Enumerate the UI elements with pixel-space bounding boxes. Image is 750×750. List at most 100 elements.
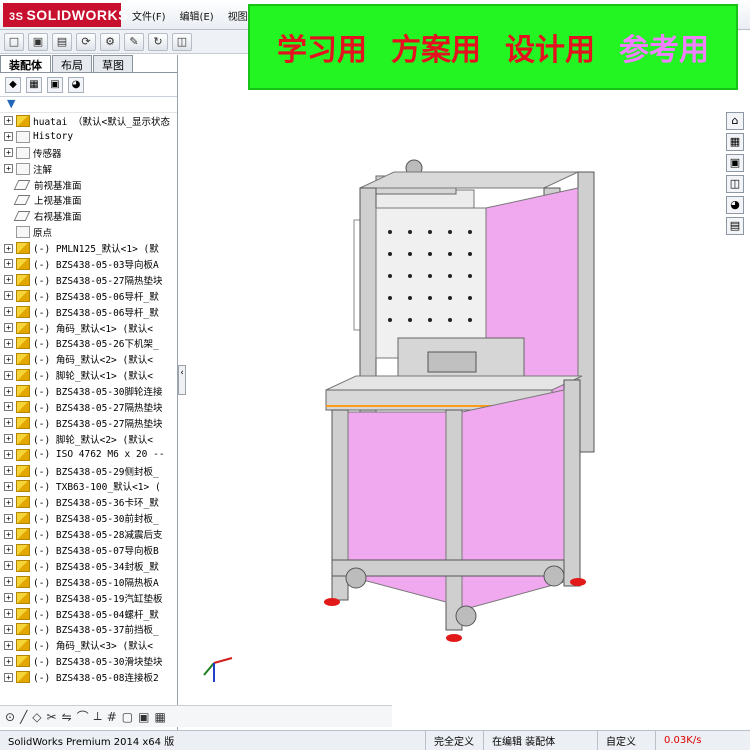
expand-icon[interactable]: + xyxy=(4,561,13,571)
expand-icon[interactable]: + xyxy=(4,418,13,428)
expand-icon[interactable]: + xyxy=(4,148,13,158)
tree-row[interactable]: + (-) 脚轮_默认<2> (默认< xyxy=(0,431,177,447)
tree-row[interactable]: + (-) BZS438-05-10隔热板A xyxy=(0,574,177,590)
tree-row[interactable]: + (-) BZS438-05-03导向板A xyxy=(0,256,177,272)
tree-row[interactable]: + (-) BZS438-05-08连接板2 xyxy=(0,669,177,685)
graphics-area[interactable] xyxy=(186,90,722,730)
filter-icon[interactable]: ▼ xyxy=(0,97,177,113)
expand-icon[interactable]: + xyxy=(4,672,13,682)
tree-row[interactable]: + (-) 角码_默认<2> (默认< xyxy=(0,351,177,367)
tree-row[interactable]: + (-) BZS438-05-04螺杆_默 xyxy=(0,606,177,622)
tree-row[interactable]: + (-) BZS438-05-29侧封板_ xyxy=(0,463,177,479)
tree-row[interactable]: 前视基准面 xyxy=(0,177,177,193)
polygon-icon[interactable]: ◇ xyxy=(32,710,41,724)
options-icon[interactable]: ⚙ xyxy=(100,32,120,51)
tree-row[interactable]: + (-) BZS438-05-28减震后支 xyxy=(0,526,177,542)
tab-layout[interactable]: 布局 xyxy=(52,55,92,72)
sketch-icon[interactable]: ✎ xyxy=(124,32,144,51)
tab-assembly[interactable]: 装配体 xyxy=(0,55,51,72)
expand-icon[interactable]: + xyxy=(4,116,13,126)
tree-row[interactable]: + (-) BZS438-05-27隔热垫块 xyxy=(0,272,177,288)
expand-icon[interactable]: + xyxy=(4,338,13,348)
tree-row[interactable]: + (-) BZS438-05-27隔热垫块 xyxy=(0,399,177,415)
menu-view[interactable]: 视图 xyxy=(228,8,248,23)
feature-manager-icon[interactable]: ◆ xyxy=(5,76,21,93)
expand-icon[interactable]: + xyxy=(4,354,13,364)
library-icon[interactable]: ▦ xyxy=(726,133,744,151)
expand-icon[interactable]: + xyxy=(4,434,13,444)
configuration-manager-icon[interactable]: ▣ xyxy=(47,76,63,93)
view-icon[interactable]: ◫ xyxy=(172,32,192,51)
tree-row[interactable]: 右视基准面 xyxy=(0,208,177,224)
tree-row[interactable]: + (-) BZS438-05-19汽缸垫板 xyxy=(0,590,177,606)
dimension-icon[interactable]: ⟂ xyxy=(94,709,102,724)
grid-icon[interactable]: # xyxy=(107,710,117,724)
line-icon[interactable]: ╱ xyxy=(20,710,27,724)
tree-row[interactable]: + (-) BZS438-05-37前挡板_ xyxy=(0,622,177,638)
tree-row[interactable]: + (-) BZS438-05-30前封板_ xyxy=(0,510,177,526)
tree-row[interactable]: + 传感器 xyxy=(0,145,177,161)
expand-icon[interactable]: + xyxy=(4,386,13,396)
expand-icon[interactable]: + xyxy=(4,402,13,412)
expand-icon[interactable]: + xyxy=(4,577,13,587)
mirror-icon[interactable]: ⇋ xyxy=(62,710,72,724)
tree-row[interactable]: + (-) BZS438-05-36卡环_默 xyxy=(0,494,177,510)
tree-row[interactable]: 上视基准面 xyxy=(0,192,177,208)
tree-row[interactable]: + (-) BZS438-05-30脚轮连接 xyxy=(0,383,177,399)
expand-icon[interactable]: + xyxy=(4,275,13,285)
view-palette-icon[interactable]: ◫ xyxy=(726,175,744,193)
panel-splitter[interactable]: ‹ xyxy=(178,365,186,395)
expand-icon[interactable]: + xyxy=(4,609,13,619)
tree-row[interactable]: + (-) BZS438-05-30滑块垫块 xyxy=(0,653,177,669)
expand-icon[interactable]: + xyxy=(4,259,13,269)
tree-row[interactable]: + (-) BZS438-05-07导向板B xyxy=(0,542,177,558)
expand-icon[interactable]: + xyxy=(4,545,13,555)
open-icon[interactable]: ▣ xyxy=(28,32,48,51)
tree-row[interactable]: + (-) BZS438-05-06导杆_默 xyxy=(0,288,177,304)
tree-row[interactable]: + (-) BZS438-05-27隔热垫块 xyxy=(0,415,177,431)
expand-icon[interactable]: + xyxy=(4,497,13,507)
expand-icon[interactable]: + xyxy=(4,466,13,476)
custom-properties-icon[interactable]: ▤ xyxy=(726,217,744,235)
expand-icon[interactable] xyxy=(4,228,13,237)
save-icon[interactable]: ▤ xyxy=(52,32,72,51)
expand-icon[interactable] xyxy=(4,212,13,221)
expand-icon[interactable]: + xyxy=(4,656,13,666)
expand-icon[interactable]: + xyxy=(4,481,13,491)
display-manager-icon[interactable]: ◕ xyxy=(68,76,84,93)
trim-icon[interactable]: ✂ xyxy=(47,710,57,724)
expand-icon[interactable]: + xyxy=(4,243,13,253)
expand-icon[interactable]: + xyxy=(4,640,13,650)
view-box-icon[interactable]: ▣ xyxy=(138,710,149,724)
expand-icon[interactable]: + xyxy=(4,323,13,333)
rotate-icon[interactable]: ↻ xyxy=(148,32,168,51)
expand-icon[interactable]: + xyxy=(4,513,13,523)
expand-icon[interactable]: + xyxy=(4,450,13,460)
new-icon[interactable]: □ xyxy=(4,32,24,51)
tree-row[interactable]: + (-) TXB63-100_默认<1> ( xyxy=(0,478,177,494)
tree-row[interactable]: + 注解 xyxy=(0,161,177,177)
tree-row[interactable]: + (-) BZS438-05-06导杆_默 xyxy=(0,304,177,320)
tree-row[interactable]: + (-) 角码_默认<3> (默认< xyxy=(0,637,177,653)
tree-row[interactable]: + (-) BZS438-05-34封板_默 xyxy=(0,558,177,574)
property-manager-icon[interactable]: ▦ xyxy=(26,76,42,93)
tab-sketch[interactable]: 草图 xyxy=(93,55,133,72)
tree-row[interactable]: + (-) 脚轮_默认<1> (默认< xyxy=(0,367,177,383)
expand-icon[interactable]: + xyxy=(4,624,13,634)
appearance-icon[interactable]: ◕ xyxy=(726,196,744,214)
expand-icon[interactable]: + xyxy=(4,307,13,317)
box-icon[interactable]: ▢ xyxy=(122,710,133,724)
tree-root[interactable]: + huatai （默认<默认_显示状态 xyxy=(0,113,177,129)
expand-icon[interactable]: + xyxy=(4,164,13,174)
expand-icon[interactable]: + xyxy=(4,291,13,301)
folder-icon[interactable]: ▣ xyxy=(726,154,744,172)
tree-row[interactable]: + (-) 角码_默认<1> (默认< xyxy=(0,320,177,336)
menu-edit[interactable]: 编辑(E) xyxy=(180,8,214,23)
expand-icon[interactable] xyxy=(4,180,13,189)
tree-row[interactable]: + History xyxy=(0,129,177,145)
tree-row[interactable]: + (-) ISO 4762 M6 x 20 -- xyxy=(0,447,177,463)
tree-row[interactable]: + (-) BZS438-05-26下机架_ xyxy=(0,335,177,351)
expand-icon[interactable]: + xyxy=(4,593,13,603)
rebuild-icon[interactable]: ⟳ xyxy=(76,32,96,51)
expand-icon[interactable] xyxy=(4,196,13,205)
